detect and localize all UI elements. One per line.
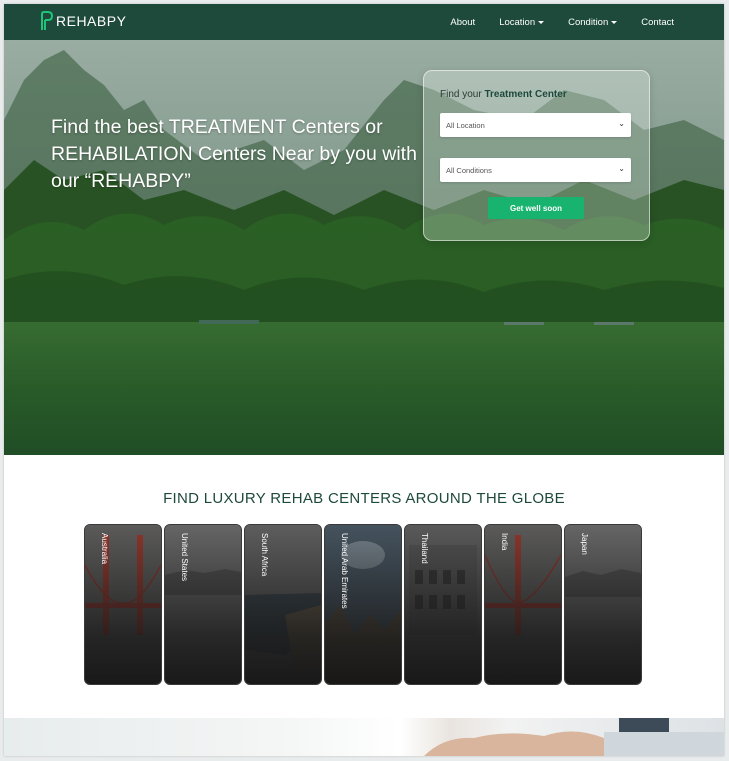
card-shade [485, 525, 561, 684]
country-card-south-africa[interactable]: South Africa [244, 524, 322, 685]
condition-select[interactable]: All Conditions ⌄ [440, 158, 631, 182]
hero-heading: Find the best TREATMENT Centers or REHAB… [51, 116, 417, 192]
card-shade [325, 525, 401, 684]
country-card-united-arab-emirates[interactable]: United Arab Emirates [324, 524, 402, 685]
search-title-highlight: Treatment Center [484, 89, 567, 100]
card-shade [405, 525, 481, 684]
nav-links: About Location Condition Contact [426, 4, 674, 40]
country-card-thailand[interactable]: Thailand [404, 524, 482, 685]
get-well-soon-button[interactable]: Get well soon [488, 197, 584, 219]
card-shade [85, 525, 161, 684]
nav-link-label: Location [499, 16, 536, 28]
nav-link-label: Condition [568, 16, 609, 28]
nav-link-condition[interactable]: Condition [568, 16, 618, 28]
nav-link-label: About [450, 16, 476, 28]
chevron-down-icon: ⌄ [618, 119, 625, 128]
nav-link-label: Contact [641, 16, 674, 28]
top-navbar: REHABPY About Location Condition Contact [4, 4, 724, 40]
country-label: Thailand [420, 533, 429, 564]
search-title-prefix: Find your [440, 89, 482, 100]
search-title: Find your Treatment Center [440, 89, 567, 100]
hands-image [424, 718, 724, 756]
country-cards: Australia United States South Africa Uni… [84, 524, 644, 685]
caret-down-icon [538, 20, 545, 24]
search-card: Find your Treatment Center All Location … [423, 70, 650, 241]
next-section-image-strip [4, 718, 724, 756]
location-select-value: All Location [446, 121, 485, 130]
country-card-united-states[interactable]: United States [164, 524, 242, 685]
country-card-japan[interactable]: Japan [564, 524, 642, 685]
country-card-india[interactable]: India [484, 524, 562, 685]
country-label: United Arab Emirates [340, 533, 349, 609]
caret-down-icon [611, 20, 618, 24]
country-label: United States [180, 533, 189, 582]
nav-link-contact[interactable]: Contact [641, 17, 674, 28]
chevron-down-icon: ⌄ [618, 164, 625, 173]
country-card-australia[interactable]: Australia [84, 524, 162, 685]
hero-banner: Find the best TREATMENT Centers or REHAB… [4, 40, 724, 455]
country-label: Australia [100, 533, 109, 565]
nav-link-about[interactable]: About [450, 17, 475, 28]
brand-name: REHABPY [56, 13, 127, 29]
card-shade [245, 525, 321, 684]
country-label: Japan [580, 533, 589, 555]
logo-icon [41, 11, 54, 30]
brand-logo[interactable]: REHABPY [40, 11, 126, 31]
location-select[interactable]: All Location ⌄ [440, 113, 631, 137]
condition-select-value: All Conditions [446, 166, 492, 175]
country-label: South Africa [260, 533, 269, 577]
nav-link-location[interactable]: Location [499, 16, 545, 28]
card-shade [565, 525, 641, 684]
globe-section-title: FIND LUXURY REHAB CENTERS AROUND THE GLO… [163, 490, 565, 507]
card-shade [165, 525, 241, 684]
country-label: India [500, 533, 509, 551]
page-frame: REHABPY About Location Condition Contact [4, 4, 724, 756]
